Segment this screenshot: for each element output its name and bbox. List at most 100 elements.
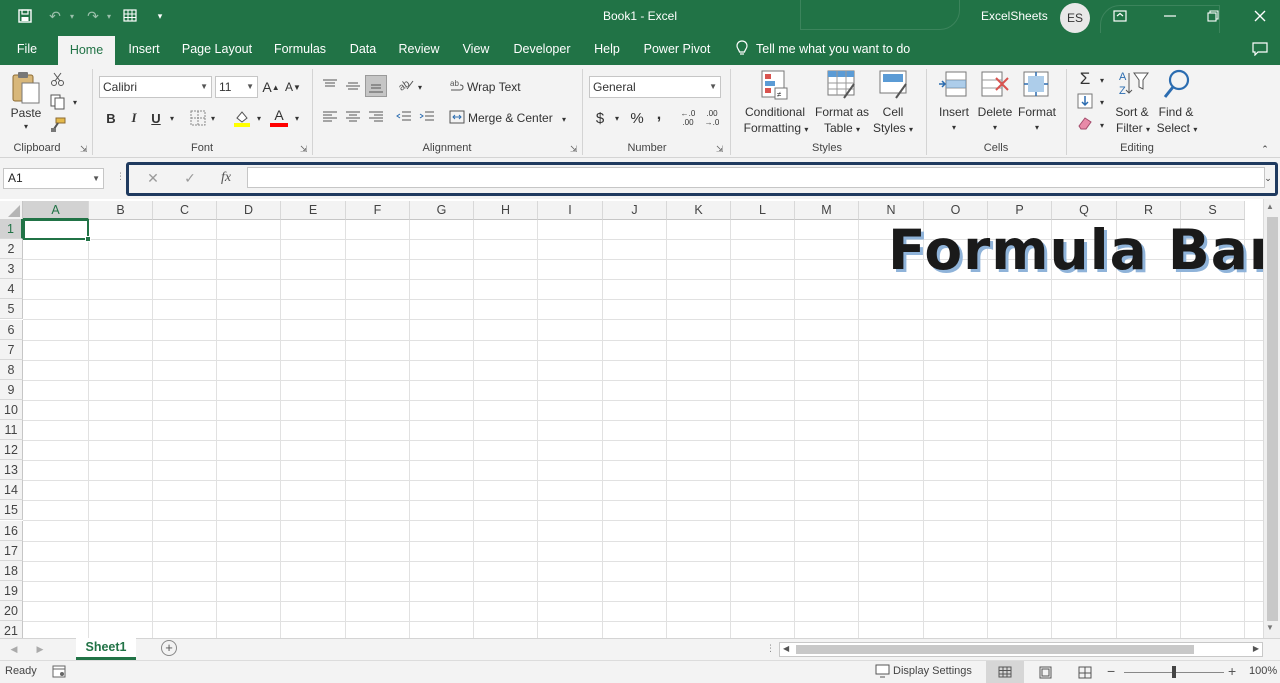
column-header-d[interactable]: D bbox=[217, 201, 281, 220]
column-header-b[interactable]: B bbox=[89, 201, 153, 220]
avatar[interactable]: ES bbox=[1060, 3, 1090, 33]
paste-icon[interactable] bbox=[10, 71, 42, 108]
insert-function-button[interactable]: fx bbox=[216, 168, 236, 188]
tab-data[interactable]: Data bbox=[343, 33, 383, 65]
cut-icon[interactable] bbox=[50, 71, 66, 90]
cell-styles-label-2[interactable]: Styles ▾ bbox=[868, 120, 918, 138]
next-sheet-icon[interactable]: ▶ bbox=[34, 642, 46, 656]
row-header-16[interactable]: 16 bbox=[0, 521, 23, 541]
save-icon[interactable] bbox=[14, 6, 36, 26]
row-header-15[interactable]: 15 bbox=[0, 500, 23, 520]
clipboard-launcher-icon[interactable]: ⇲ bbox=[80, 144, 88, 155]
cell-styles-icon[interactable] bbox=[879, 70, 909, 103]
prev-sheet-icon[interactable]: ◀ bbox=[8, 642, 20, 656]
italic-button[interactable]: I bbox=[125, 108, 143, 128]
align-center-icon[interactable] bbox=[345, 110, 361, 127]
font-launcher-icon[interactable]: ⇲ bbox=[300, 144, 308, 155]
row-header-13[interactable]: 13 bbox=[0, 460, 23, 480]
enter-entry-button[interactable]: ✓ bbox=[181, 168, 199, 188]
name-box[interactable]: A1 ▼ bbox=[3, 168, 104, 189]
copy-icon[interactable] bbox=[50, 94, 66, 113]
form-icon[interactable] bbox=[120, 6, 142, 26]
format-as-table-label-1[interactable]: Format as bbox=[812, 104, 872, 120]
font-name-select[interactable]: Calibri ▼ bbox=[99, 76, 212, 98]
row-header-1[interactable]: 1 bbox=[0, 219, 23, 239]
display-settings-icon[interactable] bbox=[875, 664, 890, 681]
insert-dropdown-icon[interactable]: ▾ bbox=[948, 120, 960, 136]
row-header-12[interactable]: 12 bbox=[0, 440, 23, 460]
close-icon[interactable] bbox=[1245, 4, 1275, 28]
decrease-decimal-button[interactable]: .00 →.0 bbox=[701, 108, 723, 128]
merge-center-label[interactable]: Merge & Center bbox=[468, 110, 553, 126]
conditional-formatting-label-1[interactable]: Conditional bbox=[739, 104, 811, 120]
vertical-scroll-thumb[interactable] bbox=[1267, 217, 1278, 621]
user-name[interactable]: ExcelSheets bbox=[981, 9, 1048, 23]
collapse-ribbon-icon[interactable]: ⌃ bbox=[1258, 143, 1272, 155]
comments-icon[interactable] bbox=[1252, 42, 1268, 59]
tab-review[interactable]: Review bbox=[394, 33, 444, 65]
row-header-17[interactable]: 17 bbox=[0, 541, 23, 561]
bottom-align-icon[interactable] bbox=[365, 75, 387, 97]
sort-filter-label-2[interactable]: Filter ▾ bbox=[1108, 120, 1158, 138]
tab-page-layout[interactable]: Page Layout bbox=[177, 33, 257, 65]
undo-dropdown-icon[interactable]: ▾ bbox=[67, 6, 77, 26]
redo-dropdown-icon[interactable]: ▾ bbox=[104, 6, 114, 26]
format-dropdown-icon[interactable]: ▾ bbox=[1031, 120, 1043, 136]
find-select-icon[interactable] bbox=[1163, 69, 1191, 102]
tab-developer[interactable]: Developer bbox=[508, 33, 576, 65]
top-align-icon[interactable] bbox=[322, 79, 338, 96]
find-select-label-1[interactable]: Find & bbox=[1156, 104, 1196, 120]
zoom-in-button[interactable]: + bbox=[1228, 663, 1236, 679]
split-handle-icon[interactable]: ⋮ bbox=[766, 643, 775, 654]
cancel-entry-button[interactable]: ✕ bbox=[144, 168, 162, 188]
font-color-icon[interactable]: A bbox=[270, 108, 288, 128]
tab-power-pivot[interactable]: Power Pivot bbox=[638, 33, 716, 65]
column-header-c[interactable]: C bbox=[153, 201, 217, 220]
tab-help[interactable]: Help bbox=[587, 33, 627, 65]
formula-input[interactable] bbox=[247, 167, 1265, 188]
currency-dropdown-icon[interactable]: ▾ bbox=[612, 111, 622, 125]
format-cells-label[interactable]: Format bbox=[1016, 104, 1058, 120]
display-settings-label[interactable]: Display Settings bbox=[893, 665, 972, 677]
orientation-dropdown-icon[interactable]: ▾ bbox=[415, 80, 425, 94]
insert-cells-icon[interactable] bbox=[938, 70, 968, 103]
row-header-10[interactable]: 10 bbox=[0, 400, 23, 420]
row-header-7[interactable]: 7 bbox=[0, 340, 23, 360]
sort-filter-icon[interactable]: AZ bbox=[1117, 69, 1149, 100]
decrease-indent-icon[interactable] bbox=[396, 110, 412, 127]
insert-cells-label[interactable]: Insert bbox=[936, 104, 972, 120]
autosum-dropdown-icon[interactable]: ▾ bbox=[1097, 73, 1107, 87]
copy-dropdown-icon[interactable]: ▾ bbox=[70, 95, 80, 111]
clear-dropdown-icon[interactable]: ▾ bbox=[1097, 118, 1107, 132]
row-header-9[interactable]: 9 bbox=[0, 380, 23, 400]
restore-icon[interactable] bbox=[1198, 4, 1228, 28]
clear-icon[interactable] bbox=[1077, 116, 1093, 133]
normal-view-button[interactable] bbox=[986, 661, 1024, 683]
orientation-icon[interactable]: ab bbox=[397, 77, 415, 96]
format-painter-icon[interactable] bbox=[50, 117, 66, 136]
conditional-formatting-label-2[interactable]: Formatting ▾ bbox=[736, 120, 816, 138]
number-format-select[interactable]: General ▼ bbox=[589, 76, 721, 98]
font-color-dropdown-icon[interactable]: ▾ bbox=[292, 111, 302, 125]
underline-dropdown-icon[interactable]: ▾ bbox=[167, 111, 177, 125]
decrease-font-size-button[interactable]: A ▼ bbox=[284, 77, 302, 97]
column-header-i[interactable]: I bbox=[538, 201, 603, 220]
macro-recording-icon[interactable] bbox=[52, 665, 66, 681]
currency-button[interactable]: $ bbox=[592, 108, 608, 128]
sheet-tab-sheet1[interactable]: Sheet1 bbox=[76, 638, 136, 660]
row-header-11[interactable]: 11 bbox=[0, 420, 23, 440]
column-header-e[interactable]: E bbox=[281, 201, 346, 220]
row-header-8[interactable]: 8 bbox=[0, 360, 23, 380]
column-header-h[interactable]: H bbox=[474, 201, 538, 220]
increase-indent-icon[interactable] bbox=[419, 110, 435, 127]
page-break-preview-icon[interactable] bbox=[1078, 666, 1092, 682]
row-header-14[interactable]: 14 bbox=[0, 480, 23, 500]
fill-dropdown-icon[interactable]: ▾ bbox=[1097, 95, 1107, 109]
tab-formulas[interactable]: Formulas bbox=[268, 33, 332, 65]
ribbon-display-options-icon[interactable] bbox=[1105, 4, 1135, 28]
format-as-table-icon[interactable] bbox=[827, 70, 857, 103]
fill-color-icon[interactable] bbox=[233, 109, 251, 130]
row-header-5[interactable]: 5 bbox=[0, 299, 23, 319]
row-header-18[interactable]: 18 bbox=[0, 561, 23, 581]
horizontal-scroll-thumb[interactable] bbox=[796, 645, 1194, 654]
